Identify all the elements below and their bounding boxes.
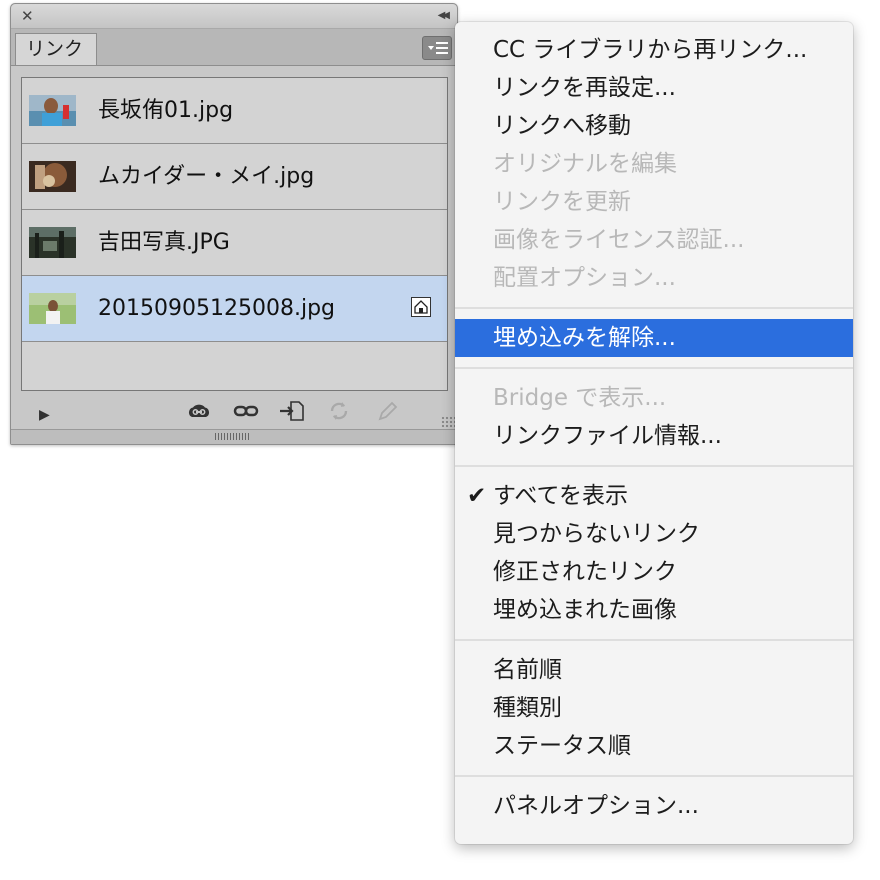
panel-tab-row: リンク — [11, 29, 457, 66]
link-thumbnail — [29, 293, 76, 324]
grip-icon — [215, 433, 251, 440]
menu-placement-options: 配置オプション... — [493, 265, 676, 291]
menu-item-label: すべてを表示 — [493, 483, 629, 509]
panel-footer: ▶ — [11, 396, 457, 430]
menu-show-all[interactable]: ✔ すべてを表示 — [455, 477, 853, 515]
menu-relink-from-cc-library[interactable]: CC ライブラリから再リンク... — [455, 31, 853, 69]
tab-links[interactable]: リンク — [15, 33, 97, 65]
menu-sort-by-status[interactable]: ステータス順 — [455, 727, 853, 765]
link-thumbnail — [29, 95, 76, 126]
menu-sort-by-type[interactable]: 種類別 — [455, 689, 853, 727]
link-row[interactable]: ムカイダー・メイ.jpg — [22, 144, 447, 210]
menu-sort-by-name[interactable]: 名前順 — [455, 651, 853, 689]
menu-go-to-link[interactable]: リンクへ移動 — [455, 107, 853, 145]
relink-icon[interactable] — [233, 400, 259, 427]
collapse-icon[interactable]: ◀◀ — [438, 8, 451, 24]
link-file-name: 吉田写真.JPG — [98, 230, 230, 255]
menu-separator — [455, 775, 853, 777]
menu-modified-links[interactable]: 修正されたリンク — [455, 553, 853, 591]
link-row-selected[interactable]: 20150905125008.jpg — [22, 276, 447, 342]
menu-separator — [455, 465, 853, 467]
menu-panel-options[interactable]: パネルオプション... — [455, 787, 853, 825]
menu-embedded-images[interactable]: 埋め込まれた画像 — [455, 591, 853, 629]
cc-library-icon[interactable] — [187, 400, 211, 427]
edit-original-icon — [375, 400, 399, 427]
link-thumbnail — [29, 227, 76, 258]
update-link-icon — [327, 400, 351, 427]
menu-update-link: リンクを更新 — [493, 189, 631, 215]
show-details-triangle-icon[interactable]: ▶ — [39, 403, 50, 427]
menu-relink[interactable]: リンクを再設定... — [455, 69, 853, 107]
embedded-status-icon — [411, 297, 431, 317]
link-thumbnail — [29, 161, 76, 192]
links-list: 長坂侑01.jpg ムカイダー・メイ.jpg 吉田写真.JPG 20150905… — [21, 77, 448, 391]
link-row[interactable]: 長坂侑01.jpg — [22, 78, 447, 144]
menu-separator — [455, 307, 853, 309]
dropdown-arrow-icon — [428, 46, 434, 50]
link-file-name: ムカイダー・メイ.jpg — [98, 164, 315, 189]
menu-missing-links[interactable]: 見つからないリンク — [455, 515, 853, 553]
close-icon[interactable]: ✕ — [21, 7, 34, 25]
menu-separator — [455, 639, 853, 641]
menu-link-file-info[interactable]: リンクファイル情報... — [455, 417, 853, 455]
panel-titlebar[interactable]: ✕ ◀◀ — [11, 4, 457, 29]
menu-license-image: 画像をライセンス認証... — [493, 227, 745, 253]
panel-menu-button[interactable] — [422, 36, 452, 60]
checkmark-icon: ✔ — [467, 483, 487, 509]
goto-link-icon[interactable] — [279, 400, 305, 427]
menu-edit-original: オリジナルを編集 — [493, 151, 677, 177]
menu-separator — [455, 367, 853, 369]
link-file-name: 長坂侑01.jpg — [98, 98, 234, 123]
link-file-name: 20150905125008.jpg — [98, 296, 335, 321]
link-row[interactable]: 吉田写真.JPG — [22, 210, 447, 276]
menu-lines-icon — [436, 42, 448, 54]
panel-flyout-menu: CC ライブラリから再リンク... リンクを再設定... リンクへ移動 オリジナ… — [455, 22, 853, 844]
menu-reveal-in-bridge: Bridge で表示... — [493, 385, 667, 411]
links-panel: ✕ ◀◀ リンク 長坂侑01.jpg ムカイダー・メイ.jpg 吉田写真.JPG… — [10, 3, 458, 445]
resize-corner-icon[interactable] — [441, 416, 455, 428]
panel-resize-bar[interactable] — [11, 429, 457, 444]
menu-unembed[interactable]: 埋め込みを解除... — [455, 319, 853, 357]
